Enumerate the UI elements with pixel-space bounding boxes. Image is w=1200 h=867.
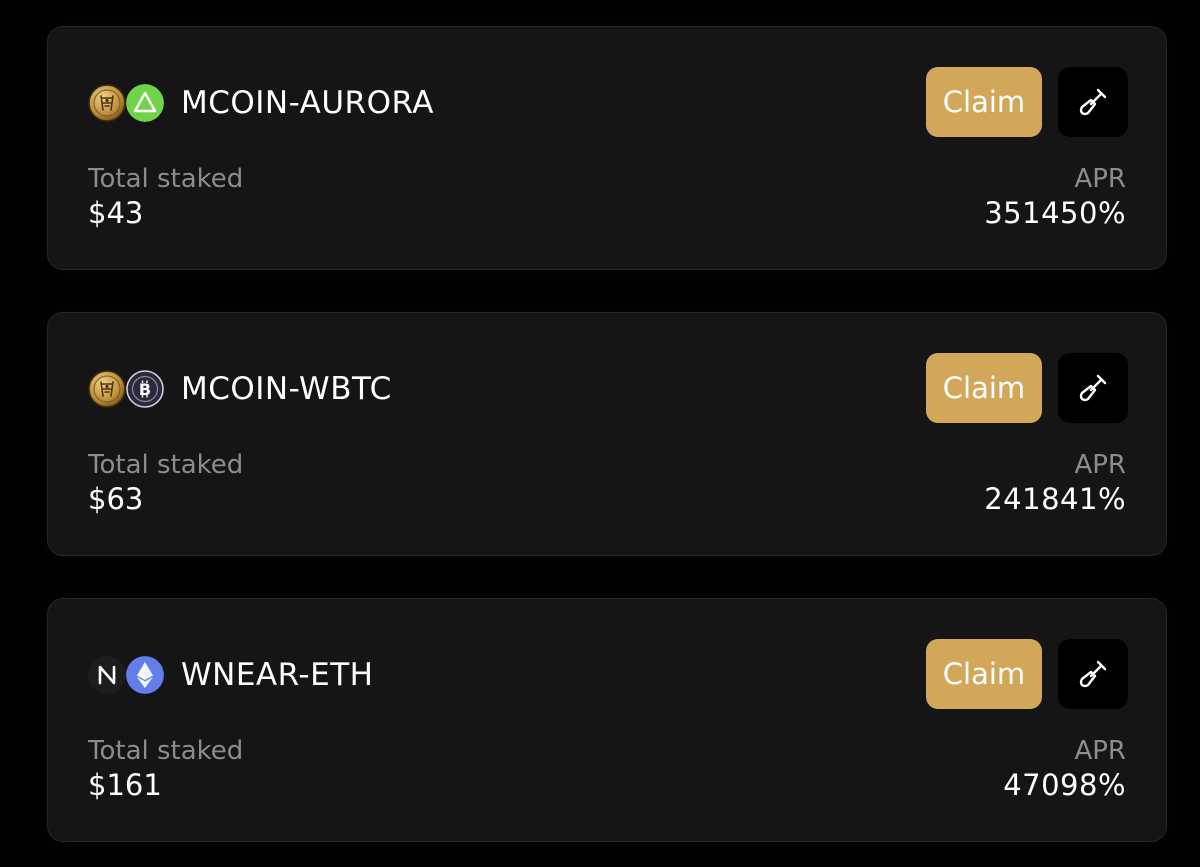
apr-value: 241841% [984,482,1126,516]
mcoin-icon [88,84,126,122]
svg-text:B: B [139,380,151,399]
farm-card: B MCOIN-WBTC Claim Total staked $63 APR … [47,312,1167,556]
claim-button[interactable]: Claim [926,67,1042,137]
shovel-icon [1079,88,1107,116]
total-staked-label: Total staked [88,450,244,480]
aurora-icon [126,84,164,122]
mcoin-icon [88,370,126,408]
total-staked-label: Total staked [88,164,244,194]
pair-name: WNEAR-ETH [181,657,374,693]
pair-name: MCOIN-AURORA [181,85,434,121]
eth-icon [126,656,164,694]
apr-label: APR [1074,736,1126,766]
wbtc-icon: B [126,370,164,408]
stake-tool-button[interactable] [1058,639,1128,709]
claim-button[interactable]: Claim [926,639,1042,709]
apr-value: 47098% [1003,768,1126,802]
total-staked-value: $161 [88,768,162,802]
pair-name: MCOIN-WBTC [181,371,392,407]
near-icon [88,656,126,694]
shovel-icon [1079,660,1107,688]
token-pair-icons [88,656,168,696]
token-pair-icons [88,84,168,124]
stake-tool-button[interactable] [1058,67,1128,137]
token-pair-icons: B [88,370,168,410]
farm-card: MCOIN-AURORA Claim Total staked $43 APR … [47,26,1167,270]
stake-tool-button[interactable] [1058,353,1128,423]
shovel-icon [1079,374,1107,402]
apr-label: APR [1074,164,1126,194]
apr-value: 351450% [984,196,1126,230]
total-staked-value: $63 [88,482,144,516]
apr-label: APR [1074,450,1126,480]
farms-list: MCOIN-AURORA Claim Total staked $43 APR … [0,0,1200,867]
total-staked-label: Total staked [88,736,244,766]
total-staked-value: $43 [88,196,144,230]
claim-button[interactable]: Claim [926,353,1042,423]
farm-card: WNEAR-ETH Claim Total staked $161 APR 47… [47,598,1167,842]
